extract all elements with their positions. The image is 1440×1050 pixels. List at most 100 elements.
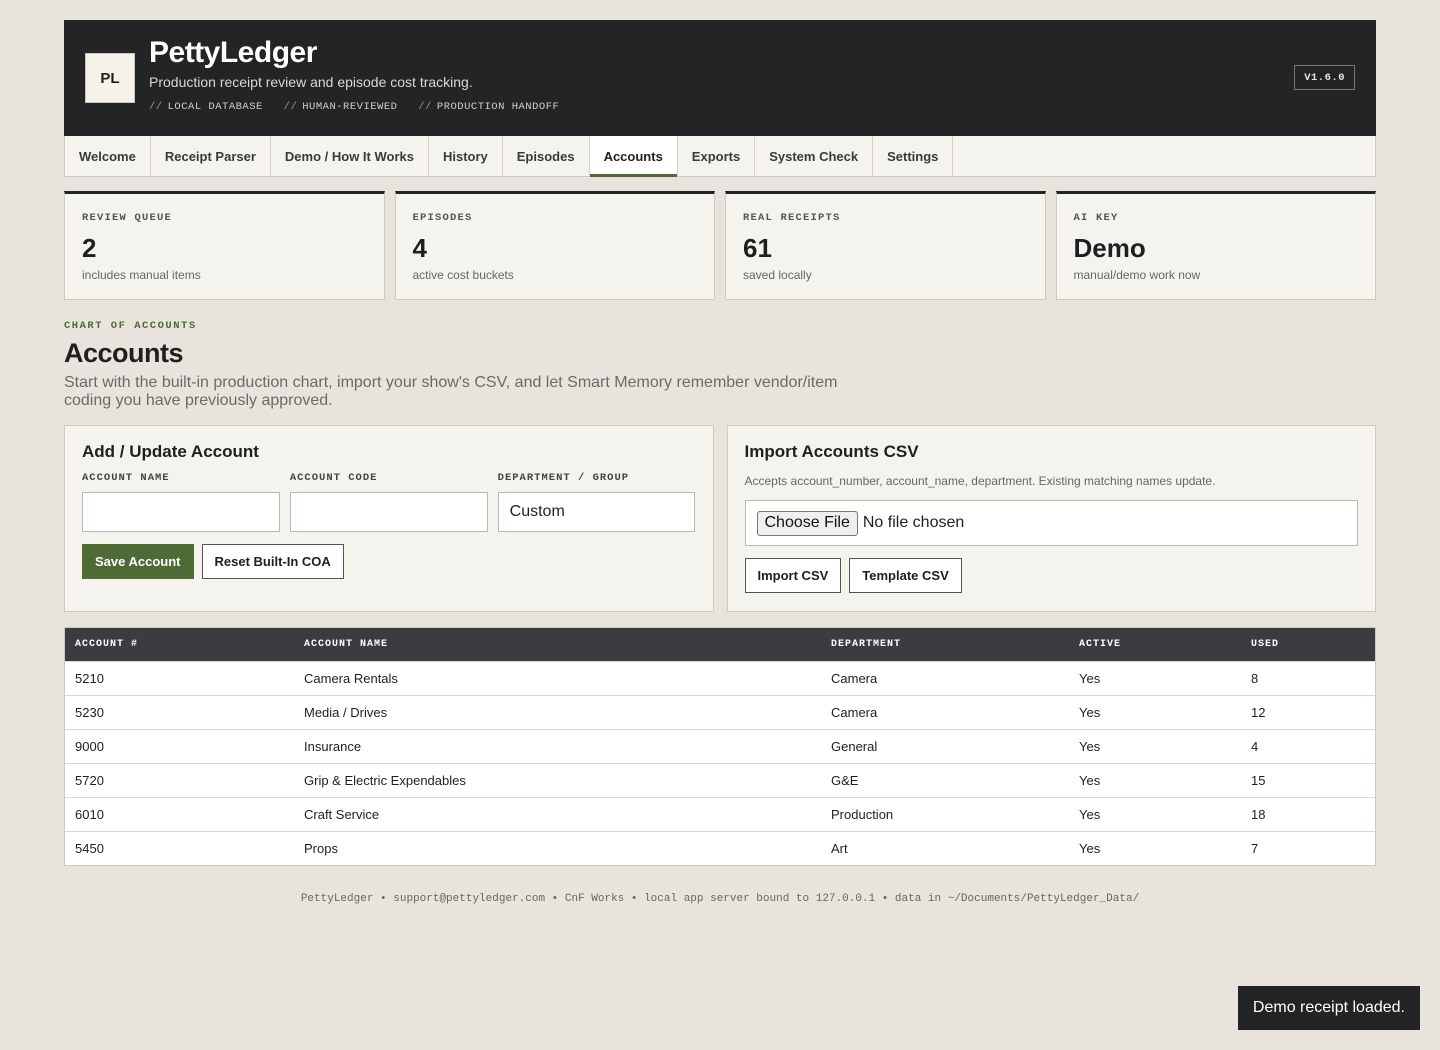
cell-active: Yes <box>1079 807 1101 822</box>
panels-row: Add / Update Account ACCOUNT NAME ACCOUN… <box>64 425 1376 612</box>
field-label: DEPARTMENT / GROUP <box>497 472 630 484</box>
cell-department: Camera <box>831 705 878 720</box>
table-row[interactable]: 9000 Insurance General Yes 4 <box>65 729 1375 763</box>
cell-active: Yes <box>1079 841 1101 856</box>
add-account-actions: Save Account Reset Built-In COA <box>82 544 696 579</box>
cell-department: Camera <box>831 671 878 686</box>
import-csv-panel: Import Accounts CSV Accepts account_numb… <box>726 425 1376 612</box>
cell-used: 4 <box>1251 739 1259 754</box>
department-group: DEPARTMENT / GROUP <box>497 472 696 532</box>
tab-history[interactable]: History <box>429 136 503 176</box>
save-account-button[interactable]: Save Account <box>82 544 194 579</box>
cell-account-name: Insurance <box>304 739 362 754</box>
page-description: Start with the built-in production chart… <box>64 374 838 409</box>
cell-used: 18 <box>1251 807 1266 822</box>
reset-coa-button[interactable]: Reset Built-In COA <box>201 544 344 579</box>
cell-account-number: 5230 <box>75 705 104 720</box>
stat-value: 4 <box>412 233 427 263</box>
stat-card-review-queue: REVIEW QUEUE 2 includes manual items <box>64 191 385 300</box>
stat-value: 61 <box>743 233 772 263</box>
cell-account-name: Grip & Electric Expendables <box>304 773 466 788</box>
table-row[interactable]: 5230 Media / Drives Camera Yes 12 <box>65 695 1375 729</box>
stat-card-real-receipts: REAL RECEIPTS 61 saved locally <box>725 191 1046 300</box>
accounts-table: ACCOUNT # ACCOUNT NAME DEPARTMENT ACTIVE… <box>64 627 1376 866</box>
tab-episodes[interactable]: Episodes <box>503 136 590 176</box>
stat-note: manual/demo work now <box>1073 268 1201 282</box>
app-footer: PettyLedger • support@pettyledger.com • … <box>300 893 1140 905</box>
stat-note: saved locally <box>743 268 812 282</box>
table-row[interactable]: 5450 Props Art Yes 7 <box>65 831 1375 865</box>
cell-department: General <box>831 739 878 754</box>
cell-active: Yes <box>1079 671 1101 686</box>
stat-value: Demo <box>1073 233 1146 263</box>
tab-settings[interactable]: Settings <box>873 136 954 176</box>
main-nav: Welcome Receipt Parser Demo / How It Wor… <box>64 136 1376 177</box>
stat-note: active cost buckets <box>412 268 514 282</box>
file-input[interactable]: Choose File No file chosen <box>744 500 1358 546</box>
app-subtitle: Production receipt review and episode co… <box>149 74 473 90</box>
field-label: ACCOUNT NAME <box>82 472 170 484</box>
cell-department: G&E <box>831 773 859 788</box>
account-code-input[interactable] <box>289 492 488 532</box>
choose-file-button[interactable]: Choose File <box>756 510 858 536</box>
account-name-group: ACCOUNT NAME <box>82 472 280 532</box>
cell-account-name: Media / Drives <box>304 705 388 720</box>
app-header: PL PettyLedger Production receipt review… <box>64 20 1376 136</box>
file-status: No file chosen <box>862 514 965 531</box>
add-account-panel: Add / Update Account ACCOUNT NAME ACCOUN… <box>64 425 714 612</box>
section-kicker: CHART OF ACCOUNTS <box>64 320 197 332</box>
stat-label: REAL RECEIPTS <box>743 212 841 224</box>
department-input[interactable] <box>497 492 696 532</box>
cell-account-name: Craft Service <box>304 807 380 822</box>
account-fields: ACCOUNT NAME ACCOUNT CODE DEPARTMENT / G… <box>82 472 696 532</box>
tab-exports[interactable]: Exports <box>678 136 756 176</box>
column-header: ACCOUNT # <box>75 639 139 650</box>
template-csv-button[interactable]: Template CSV <box>849 558 962 593</box>
stat-value: 2 <box>82 233 97 263</box>
panel-title: Add / Update Account <box>82 442 259 461</box>
cell-account-number: 5720 <box>75 773 104 788</box>
table-row[interactable]: 6010 Craft Service Production Yes 18 <box>65 797 1375 831</box>
cell-active: Yes <box>1079 739 1101 754</box>
header-tags: //LOCAL DATABASE //HUMAN-REVIEWED //PROD… <box>149 101 573 113</box>
cell-active: Yes <box>1079 773 1101 788</box>
cell-account-number: 6010 <box>75 807 104 822</box>
column-header: ACTIVE <box>1079 639 1122 650</box>
stat-note: includes manual items <box>82 268 201 282</box>
page-title: Accounts <box>64 338 184 368</box>
stat-label: REVIEW QUEUE <box>82 212 173 224</box>
header-tag: //HUMAN-REVIEWED <box>283 101 398 113</box>
tab-system-check[interactable]: System Check <box>755 136 874 176</box>
cell-account-name: Camera Rentals <box>304 671 398 686</box>
tab-welcome[interactable]: Welcome <box>65 136 151 176</box>
table-header: ACCOUNT # ACCOUNT NAME DEPARTMENT ACTIVE… <box>65 628 1375 661</box>
cell-account-number: 9000 <box>75 739 104 754</box>
app-title: PettyLedger <box>149 36 317 69</box>
column-header: DEPARTMENT <box>831 639 902 650</box>
version-badge: V1.6.0 <box>1294 65 1355 90</box>
tab-receipt-parser[interactable]: Receipt Parser <box>151 136 271 176</box>
cell-account-number: 5450 <box>75 841 104 856</box>
cell-account-name: Props <box>304 841 338 856</box>
table-row[interactable]: 5210 Camera Rentals Camera Yes 8 <box>65 661 1375 695</box>
account-name-input[interactable] <box>82 492 280 532</box>
cell-used: 12 <box>1251 705 1266 720</box>
tab-demo[interactable]: Demo / How It Works <box>271 136 429 176</box>
import-csv-button[interactable]: Import CSV <box>744 558 842 593</box>
cell-active: Yes <box>1079 705 1101 720</box>
column-header: ACCOUNT NAME <box>304 639 389 650</box>
stat-card-episodes: EPISODES 4 active cost buckets <box>394 191 715 300</box>
app-logo: PL <box>85 53 135 103</box>
header-tag: //PRODUCTION HANDOFF <box>418 101 560 113</box>
cell-used: 15 <box>1251 773 1266 788</box>
panel-title: Import Accounts CSV <box>744 442 919 461</box>
account-code-group: ACCOUNT CODE <box>289 472 488 532</box>
cell-used: 7 <box>1251 841 1259 856</box>
stat-card-ai-key: AI KEY Demo manual/demo work now <box>1055 191 1376 300</box>
stat-label: AI KEY <box>1073 212 1119 224</box>
tab-accounts[interactable]: Accounts <box>589 136 678 177</box>
column-header: USED <box>1251 639 1280 650</box>
cell-department: Production <box>831 807 894 822</box>
table-row[interactable]: 5720 Grip & Electric Expendables G&E Yes… <box>65 763 1375 797</box>
header-tag: //LOCAL DATABASE <box>149 101 263 113</box>
